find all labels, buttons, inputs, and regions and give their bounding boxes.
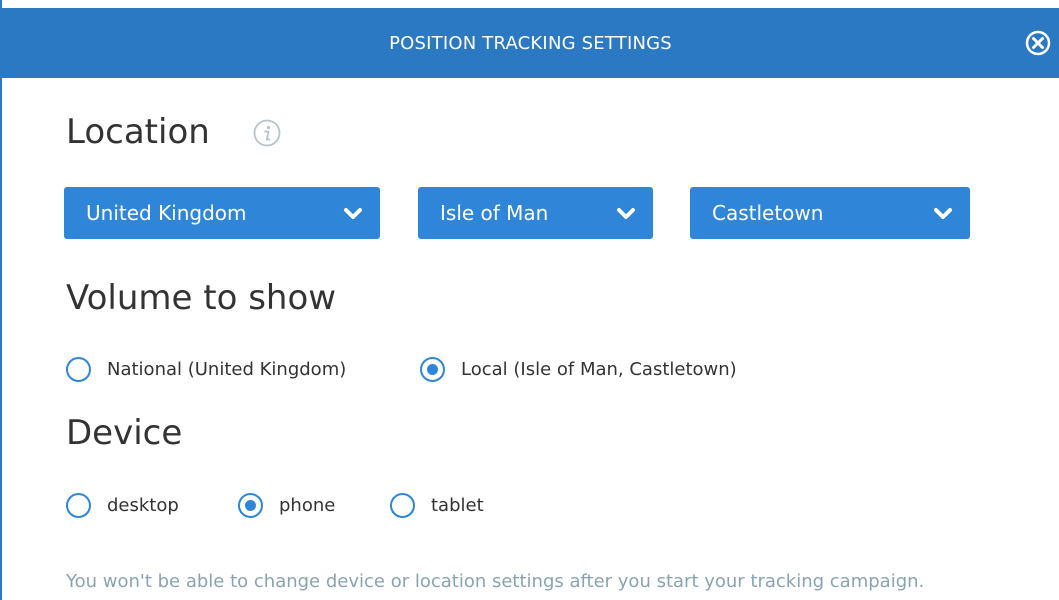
settings-warning-note: You won't be able to change device or lo… bbox=[66, 571, 925, 592]
device-option-desktop[interactable]: desktop bbox=[66, 491, 179, 519]
dialog-title: POSITION TRACKING SETTINGS bbox=[389, 32, 672, 54]
settings-dialog: POSITION TRACKING SETTINGS Location Unit… bbox=[0, 0, 1059, 600]
region-select[interactable]: Isle of Man bbox=[418, 187, 653, 239]
city-select-value: Castletown bbox=[712, 201, 824, 225]
volume-option-local[interactable]: Local (Isle of Man, Castletown) bbox=[420, 355, 737, 383]
dialog-header: POSITION TRACKING SETTINGS bbox=[2, 8, 1059, 78]
device-option-tablet[interactable]: tablet bbox=[390, 491, 484, 519]
radio-button[interactable] bbox=[66, 492, 91, 518]
location-heading: Location bbox=[66, 112, 210, 152]
close-circle-icon bbox=[1025, 30, 1051, 56]
chevron-down-icon bbox=[344, 208, 362, 219]
country-select[interactable]: United Kingdom bbox=[64, 187, 380, 239]
radio-button[interactable] bbox=[238, 492, 263, 518]
device-option-label[interactable]: desktop bbox=[107, 495, 179, 516]
chevron-down-icon bbox=[934, 208, 952, 219]
city-select[interactable]: Castletown bbox=[690, 187, 970, 239]
radio-selected-dot bbox=[427, 363, 438, 375]
region-select-value: Isle of Man bbox=[440, 201, 549, 225]
radio-selected-dot bbox=[245, 499, 256, 511]
chevron-down-icon bbox=[617, 208, 635, 219]
volume-option-label[interactable]: National (United Kingdom) bbox=[107, 359, 346, 380]
device-option-phone[interactable]: phone bbox=[238, 491, 335, 519]
radio-button[interactable] bbox=[390, 492, 415, 518]
close-button[interactable] bbox=[1023, 28, 1053, 58]
device-option-label[interactable]: tablet bbox=[431, 495, 484, 516]
country-select-value: United Kingdom bbox=[86, 201, 247, 225]
radio-button[interactable] bbox=[66, 356, 91, 382]
device-option-label[interactable]: phone bbox=[279, 495, 335, 516]
volume-option-label[interactable]: Local (Isle of Man, Castletown) bbox=[461, 359, 737, 380]
radio-button[interactable] bbox=[420, 356, 445, 382]
volume-heading: Volume to show bbox=[66, 278, 337, 318]
device-heading: Device bbox=[66, 413, 183, 453]
volume-option-national[interactable]: National (United Kingdom) bbox=[66, 355, 346, 383]
info-icon[interactable] bbox=[252, 118, 282, 148]
